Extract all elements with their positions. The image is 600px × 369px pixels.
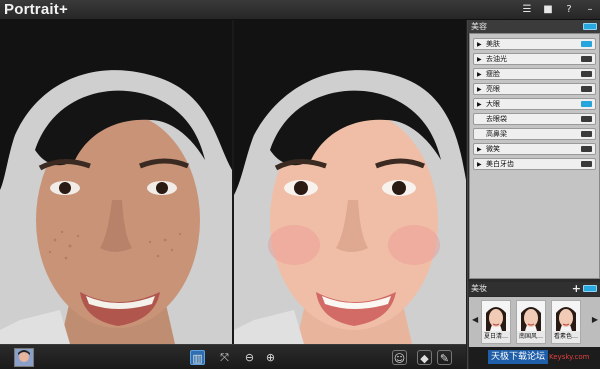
adjustment-panel: 美容 ▶ 美肤 ▶ 去油光 ▶ 瘦脸 ▶ 亮眼 ▶ 大眼 去眼袋 高鼻梁 ▶ 微…	[467, 20, 600, 369]
feature-toggle[interactable]	[581, 71, 592, 77]
feature-label: 去油光	[486, 55, 507, 63]
preset-label: 夏日清…	[483, 333, 508, 340]
expand-arrow-icon: ▶	[477, 101, 482, 108]
feature-label: 亮眼	[486, 85, 500, 93]
photo-thumbnail[interactable]	[14, 348, 34, 367]
window-controls: ☰ ■ ? –	[521, 3, 596, 16]
title-bar: Portrait+ ☰ ■ ? –	[0, 0, 600, 20]
feature-toggle[interactable]	[581, 101, 592, 107]
feature-label: 美白牙齿	[486, 160, 514, 168]
feature-item[interactable]: 高鼻梁	[473, 128, 596, 140]
expand-arrow-icon: ▶	[477, 86, 482, 93]
preset-preview	[482, 301, 510, 331]
fit-screen-icon[interactable]: ⤧	[217, 350, 232, 365]
feature-item[interactable]: ▶ 亮眼	[473, 83, 596, 95]
preset-preview	[517, 301, 545, 331]
feature-item[interactable]: ▶ 美白牙齿	[473, 158, 596, 170]
zoom-in-icon[interactable]: ⊕	[263, 350, 278, 365]
scroll-left-icon[interactable]: ◀	[472, 315, 478, 324]
makeup-presets: ◀ 夏日清… 南国风… 看素色… ▶	[469, 297, 600, 347]
expand-arrow-icon: ▶	[477, 41, 482, 48]
feature-item[interactable]: ▶ 去油光	[473, 53, 596, 65]
app-title: Portrait+	[4, 1, 68, 18]
preset-label: 看素色…	[553, 333, 578, 340]
split-view-icon[interactable]: ▥	[190, 350, 205, 365]
feature-toggle[interactable]	[581, 86, 592, 92]
expand-arrow-icon: ▶	[477, 146, 482, 153]
makeup-preset-card[interactable]: 看素色…	[551, 300, 581, 344]
feature-label: 高鼻梁	[486, 130, 507, 138]
help-icon[interactable]: ?	[563, 3, 575, 16]
minimize-icon[interactable]: –	[584, 3, 596, 16]
makeup-section-title: 美妆	[471, 284, 487, 293]
feature-item[interactable]: ▶ 美肤	[473, 38, 596, 50]
feature-label: 微笑	[486, 145, 500, 153]
smile-icon[interactable]: ☺	[392, 350, 407, 365]
feature-label: 大眼	[486, 100, 500, 108]
preset-label: 南国风…	[518, 333, 543, 340]
feature-item[interactable]: 去眼袋	[473, 113, 596, 125]
brush-icon[interactable]: ✎	[437, 350, 452, 365]
zoom-out-icon[interactable]: ⊖	[242, 350, 257, 365]
makeup-preset-card[interactable]: 南国风…	[516, 300, 546, 344]
feature-toggle[interactable]	[581, 146, 592, 152]
beauty-section-header: 美容	[468, 20, 600, 33]
beauty-section-title: 美容	[471, 22, 487, 31]
expand-arrow-icon: ▶	[477, 71, 482, 78]
makeup-section-header: 美妆 +	[468, 282, 600, 296]
scroll-right-icon[interactable]: ▶	[592, 315, 598, 324]
feature-item[interactable]: ▶ 瘦脸	[473, 68, 596, 80]
feature-toggle[interactable]	[581, 56, 592, 62]
chat-icon[interactable]: ■	[542, 3, 554, 16]
after-photo	[234, 20, 466, 344]
list-icon[interactable]: ☰	[521, 3, 533, 16]
expand-arrow-icon: ▶	[477, 161, 482, 168]
feature-toggle[interactable]	[581, 131, 592, 137]
beauty-section-toggle[interactable]	[583, 23, 597, 30]
expand-arrow-icon: ▶	[477, 56, 482, 63]
bottom-toolbar: ▥ ⤧ ⊖ ⊕ ☺ ◆ ✎	[0, 344, 466, 369]
preset-preview	[552, 301, 580, 331]
add-makeup-icon[interactable]: +	[572, 282, 581, 295]
makeup-preset-card[interactable]: 夏日清…	[481, 300, 511, 344]
panel-footer: 天极下载论坛 Keysky.com	[469, 347, 600, 369]
beauty-feature-list: ▶ 美肤 ▶ 去油光 ▶ 瘦脸 ▶ 亮眼 ▶ 大眼 去眼袋 高鼻梁 ▶ 微笑 ▶…	[469, 33, 600, 279]
feature-item[interactable]: ▶ 大眼	[473, 98, 596, 110]
feature-item[interactable]: ▶ 微笑	[473, 143, 596, 155]
feature-toggle[interactable]	[581, 161, 592, 167]
forum-watermark: 天极下载论坛	[488, 350, 548, 364]
app-window: Portrait+ ☰ ■ ? – ▥ ⤧ ⊖ ⊕ ☺ ◆ ✎ 美容 ▶ 美肤 …	[0, 0, 600, 369]
before-photo	[0, 20, 232, 344]
feature-toggle[interactable]	[581, 41, 592, 47]
feature-label: 去眼袋	[486, 115, 507, 123]
makeup-section-toggle[interactable]	[583, 285, 597, 292]
site-watermark: Keysky.com	[549, 353, 590, 361]
photo-canvas	[0, 20, 466, 344]
feature-label: 美肤	[486, 40, 500, 48]
feature-label: 瘦脸	[486, 70, 500, 78]
eraser-icon[interactable]: ◆	[417, 350, 432, 365]
feature-toggle[interactable]	[581, 116, 592, 122]
